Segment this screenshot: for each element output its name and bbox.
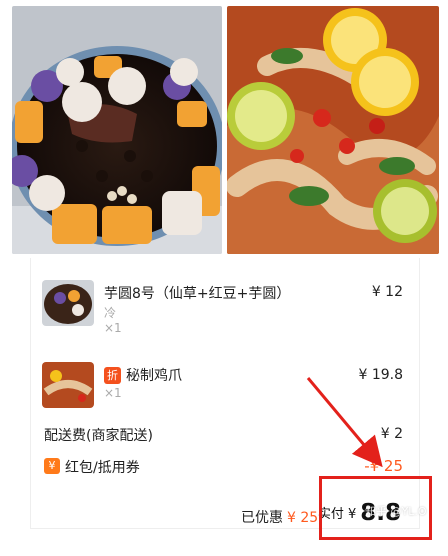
discount-badge: 折 xyxy=(104,367,121,384)
item-price: ¥ 19.8 xyxy=(358,367,403,383)
delivery-fee-label: 配送费(商家配送) xyxy=(44,428,153,444)
item-thumbnail xyxy=(42,362,94,408)
item-price: ¥ 12 xyxy=(371,284,403,300)
item-name: 折秘制鸡爪 xyxy=(104,365,182,385)
saved-amount: ¥ 25 xyxy=(287,510,319,526)
chicken-feet-photo xyxy=(227,6,439,254)
dessert-photo xyxy=(12,6,222,254)
store-name-partial: ▁▁▁▁▁▁▁ xyxy=(45,249,126,260)
watermark: 知乎 @YL.O xyxy=(365,505,427,518)
item-thumbnail xyxy=(42,280,94,326)
coupon-row[interactable]: 红包/抵用券 xyxy=(65,457,140,477)
item-name: 芋圆8号（仙草+红豆+芋圆） xyxy=(104,286,291,302)
coupon-discount: -¥ 25 xyxy=(364,457,403,475)
item-name-text: 秘制鸡爪 xyxy=(126,368,182,384)
item-quantity: ×1 xyxy=(104,386,122,400)
yen-coupon-icon: ¥ xyxy=(44,458,60,474)
saved-summary: 已优惠 ¥ 25 xyxy=(241,507,318,527)
item-quantity: ×1 xyxy=(104,321,122,335)
delivery-fee-price: ¥ 2 xyxy=(380,426,403,442)
saved-label: 已优惠 xyxy=(241,510,283,526)
item-spec: 冷 xyxy=(104,306,117,320)
